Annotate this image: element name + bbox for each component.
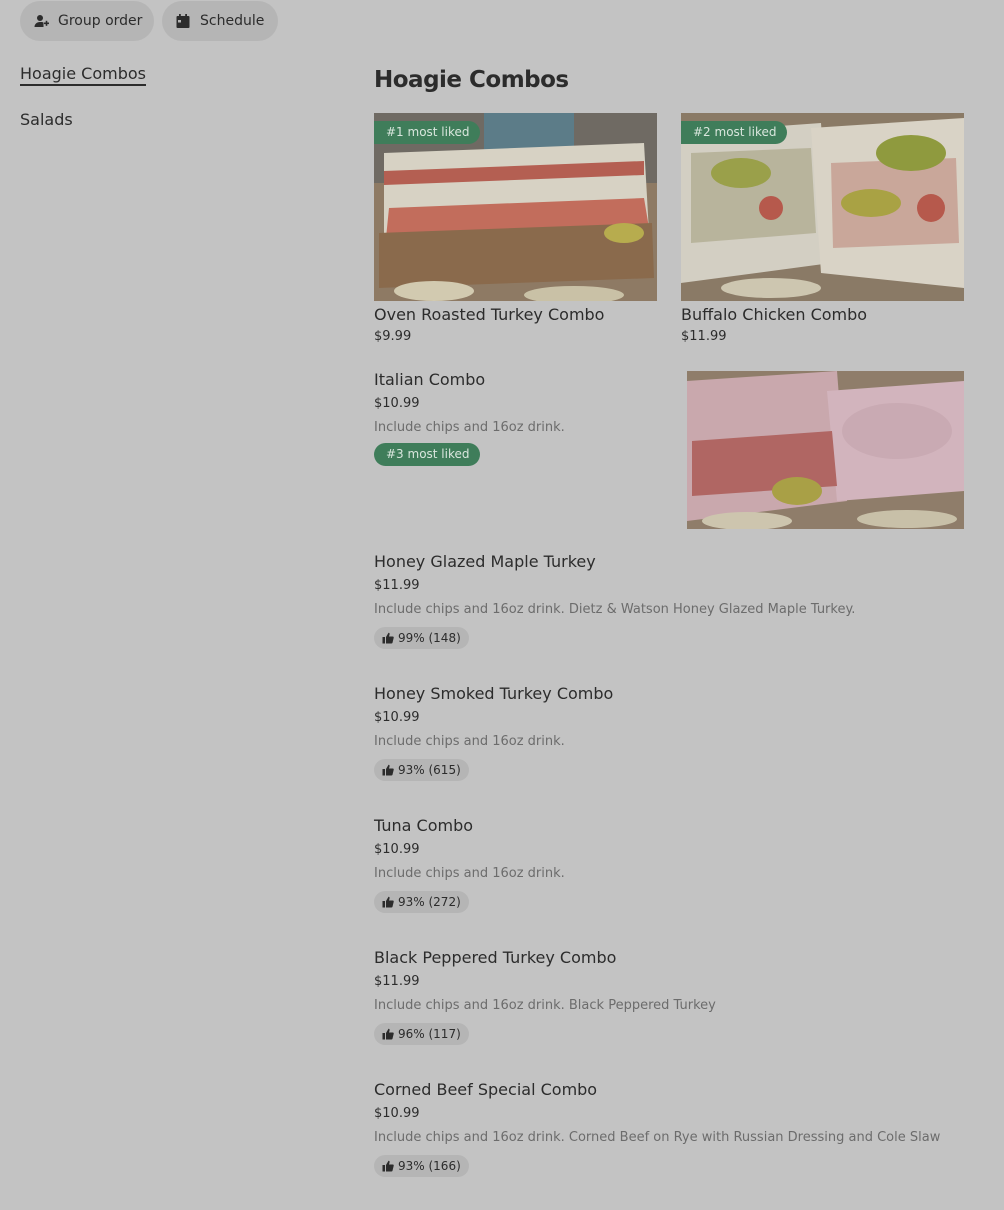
food-photo-italian-combo[interactable] bbox=[687, 371, 964, 529]
sidebar-item-hoagie-combos[interactable]: Hoagie Combos bbox=[20, 64, 146, 86]
rating-badge: 99% (148) bbox=[374, 627, 469, 649]
item-description: Include chips and 16oz drink. bbox=[374, 420, 565, 435]
featured-card-oven-roasted-turkey[interactable]: #1 most liked Oven Roasted Turkey Combo … bbox=[374, 113, 657, 345]
menu-item-corned-beef-special-combo[interactable]: Corned Beef Special Combo $10.99 Include… bbox=[374, 1080, 964, 1177]
menu-item-honey-smoked-turkey-combo[interactable]: Honey Smoked Turkey Combo $10.99 Include… bbox=[374, 684, 964, 781]
person-add-icon bbox=[34, 15, 49, 27]
schedule-label: Schedule bbox=[200, 13, 265, 29]
rating-badge: 96% (117) bbox=[374, 1023, 469, 1045]
thumbs-up-icon bbox=[382, 632, 394, 644]
thumbs-up-icon bbox=[382, 1160, 394, 1172]
most-liked-badge: #1 most liked bbox=[374, 121, 480, 144]
item-name: Corned Beef Special Combo bbox=[374, 1080, 598, 1099]
schedule-button[interactable]: Schedule bbox=[162, 1, 278, 41]
group-order-label: Group order bbox=[58, 13, 143, 29]
item-name: Buffalo Chicken Combo bbox=[681, 305, 868, 324]
rating-text: 93% (615) bbox=[398, 763, 461, 777]
calendar-icon bbox=[176, 14, 190, 28]
rating-text: 96% (117) bbox=[398, 1027, 461, 1041]
most-liked-badge: #2 most liked bbox=[681, 121, 787, 144]
item-name: Honey Glazed Maple Turkey bbox=[374, 552, 596, 571]
sidebar-item-salads[interactable]: Salads bbox=[20, 110, 73, 130]
menu-item-black-peppered-turkey-combo[interactable]: Black Peppered Turkey Combo $11.99 Inclu… bbox=[374, 948, 964, 1045]
item-price: $10.99 bbox=[374, 710, 420, 725]
rating-badge: 93% (615) bbox=[374, 759, 469, 781]
thumbs-up-icon bbox=[382, 896, 394, 908]
rating-badge: 93% (166) bbox=[374, 1155, 469, 1177]
rating-text: 99% (148) bbox=[398, 631, 461, 645]
item-price: $11.99 bbox=[374, 578, 420, 593]
section-title: Hoagie Combos bbox=[374, 67, 569, 93]
item-price: $10.99 bbox=[374, 842, 420, 857]
rating-text: 93% (166) bbox=[398, 1159, 461, 1173]
most-liked-badge: #3 most liked bbox=[374, 443, 480, 466]
item-name: Oven Roasted Turkey Combo bbox=[374, 305, 605, 324]
featured-card-buffalo-chicken[interactable]: #2 most liked Buffalo Chicken Combo $11.… bbox=[681, 113, 964, 345]
item-price: $9.99 bbox=[374, 329, 412, 344]
menu-item-honey-glazed-maple-turkey[interactable]: Honey Glazed Maple Turkey $11.99 Include… bbox=[374, 552, 964, 649]
food-photo-buffalo-chicken: #2 most liked bbox=[681, 113, 964, 301]
item-description: Include chips and 16oz drink. Corned Bee… bbox=[374, 1130, 941, 1145]
item-name: Black Peppered Turkey Combo bbox=[374, 948, 617, 967]
item-description: Include chips and 16oz drink. bbox=[374, 866, 565, 881]
menu-item-italian-combo[interactable]: Italian Combo $10.99 Include chips and 1… bbox=[374, 370, 674, 466]
group-order-button[interactable]: Group order bbox=[20, 1, 154, 41]
food-photo-oven-roasted-turkey: #1 most liked bbox=[374, 113, 657, 301]
item-name: Tuna Combo bbox=[374, 816, 474, 835]
item-price: $10.99 bbox=[374, 1106, 420, 1121]
thumbs-up-icon bbox=[382, 764, 394, 776]
rating-badge: 93% (272) bbox=[374, 891, 469, 913]
item-description: Include chips and 16oz drink. bbox=[374, 734, 565, 749]
item-price: $11.99 bbox=[374, 974, 420, 989]
thumbs-up-icon bbox=[382, 1028, 394, 1040]
item-description: Include chips and 16oz drink. Dietz & Wa… bbox=[374, 602, 856, 617]
item-name: Italian Combo bbox=[374, 370, 486, 389]
menu-item-tuna-combo[interactable]: Tuna Combo $10.99 Include chips and 16oz… bbox=[374, 816, 964, 913]
item-price: $10.99 bbox=[374, 396, 420, 411]
rating-text: 93% (272) bbox=[398, 895, 461, 909]
item-description: Include chips and 16oz drink. Black Pepp… bbox=[374, 998, 716, 1013]
item-price: $11.99 bbox=[681, 329, 727, 344]
item-name: Honey Smoked Turkey Combo bbox=[374, 684, 614, 703]
